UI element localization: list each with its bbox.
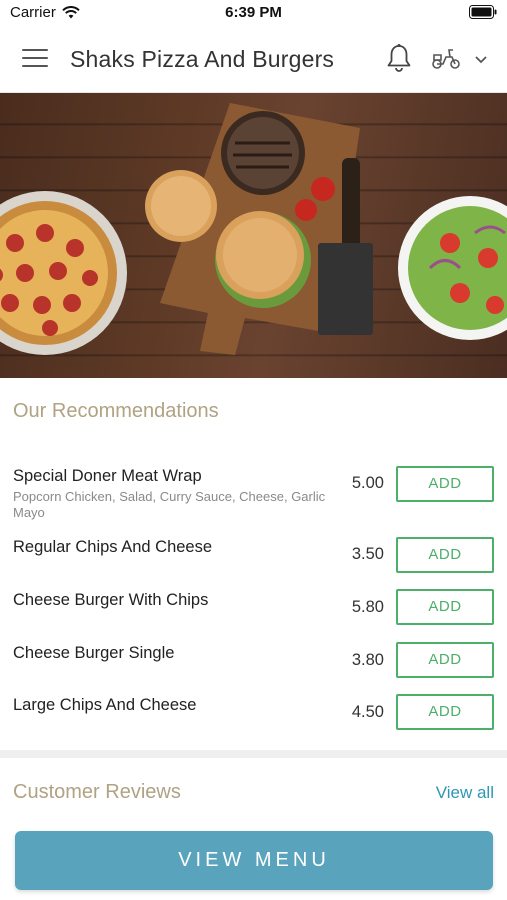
scooter-icon — [432, 49, 460, 69]
item-name: Cheese Burger Single — [13, 644, 175, 662]
app-header: Shaks Pizza And Burgers — [0, 27, 507, 93]
add-button[interactable]: ADD — [396, 466, 494, 502]
recommendations-title: Our Recommendations — [13, 400, 219, 422]
battery-icon — [469, 5, 497, 23]
add-button[interactable]: ADD — [396, 694, 494, 730]
item-price: 3.50 — [351, 545, 384, 563]
item-price: 4.50 — [351, 703, 384, 721]
view-all-link[interactable]: View all — [436, 783, 494, 803]
item-price: 5.00 — [351, 474, 384, 492]
item-description: Popcorn Chicken, Salad, Curry Sauce, Che… — [13, 489, 326, 520]
add-button[interactable]: ADD — [396, 537, 494, 573]
menu-icon[interactable] — [22, 49, 48, 69]
status-time: 6:39 PM — [225, 4, 282, 21]
item-name: Large Chips And Cheese — [13, 696, 197, 714]
reviews-title: Customer Reviews — [13, 781, 181, 803]
item-name: Cheese Burger With Chips — [13, 591, 209, 609]
status-bar: Carrier 6:39 PM — [0, 0, 507, 27]
view-menu-button[interactable]: VIEW MENU — [15, 831, 493, 890]
section-divider — [0, 750, 507, 758]
item-price: 5.80 — [351, 598, 384, 616]
chevron-down-icon — [475, 56, 487, 64]
item-name: Special Doner Meat Wrap — [13, 467, 202, 485]
item-price: 3.80 — [351, 651, 384, 669]
restaurant-title: Shaks Pizza And Burgers — [70, 46, 335, 72]
bell-icon[interactable] — [385, 43, 413, 73]
add-button[interactable]: ADD — [396, 642, 494, 678]
order-type-selector[interactable] — [430, 45, 492, 73]
add-button[interactable]: ADD — [396, 589, 494, 625]
item-name: Regular Chips And Cheese — [13, 538, 213, 556]
food-illustration — [0, 103, 507, 355]
hero-food-image — [0, 93, 507, 378]
